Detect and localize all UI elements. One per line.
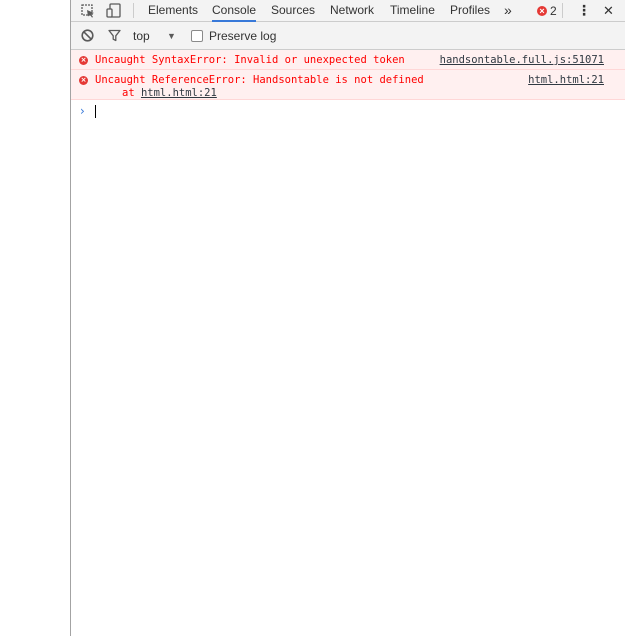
message-text: Uncaught SyntaxError: Invalid or unexpec… <box>95 54 405 66</box>
stack-source-link[interactable]: html.html:21 <box>141 87 217 99</box>
message-text: Uncaught ReferenceError: Handsontable is… <box>95 74 424 86</box>
preserve-log-label: Preserve log <box>209 28 277 43</box>
close-icon[interactable]: ✕ <box>603 0 614 21</box>
tab-console[interactable]: Console <box>212 0 257 22</box>
stack-prefix: at <box>122 87 141 99</box>
source-link[interactable]: html.html:21 <box>528 74 604 87</box>
tab-timeline[interactable]: Timeline <box>390 0 435 21</box>
filter-icon[interactable] <box>108 22 121 49</box>
console-message-error: × Uncaught ReferenceError: Handsontable … <box>71 70 625 100</box>
device-toolbar-icon[interactable] <box>105 0 123 21</box>
menu-kebab-icon[interactable]: ⋮ <box>577 0 591 21</box>
chevron-down-icon[interactable]: ▼ <box>167 22 176 49</box>
devtools-panel: Elements Console Sources Network Timelin… <box>70 0 625 636</box>
prompt-chevron-icon: › <box>80 104 85 118</box>
error-count-badge[interactable]: × 2 <box>537 0 557 21</box>
toolbar-divider <box>562 3 563 18</box>
tab-network[interactable]: Network <box>330 0 374 21</box>
error-icon: × <box>79 56 88 65</box>
toolbar-divider <box>133 3 134 18</box>
inspect-element-icon[interactable] <box>80 0 96 21</box>
text-caret <box>95 105 96 118</box>
console-message-error: × Uncaught SyntaxError: Invalid or unexp… <box>71 50 625 70</box>
error-icon: × <box>537 5 547 16</box>
console-toolbar: top ▼ Preserve log <box>71 22 625 50</box>
tab-elements[interactable]: Elements <box>148 0 198 21</box>
clear-console-icon[interactable] <box>81 22 94 49</box>
context-selector[interactable]: top <box>133 22 150 49</box>
source-link[interactable]: handsontable.full.js:51071 <box>440 54 604 67</box>
tab-profiles[interactable]: Profiles <box>450 0 490 21</box>
tab-sources[interactable]: Sources <box>271 0 315 21</box>
error-count: 2 <box>550 3 557 18</box>
devtools-tabbar: Elements Console Sources Network Timelin… <box>71 0 625 22</box>
stack-trace: at html.html:21 <box>122 87 217 100</box>
preserve-log-checkbox[interactable] <box>191 29 203 42</box>
inspected-page-area <box>0 0 70 636</box>
preserve-log-toggle[interactable]: Preserve log <box>191 22 276 49</box>
more-tabs-button[interactable]: » <box>504 0 512 21</box>
error-icon: × <box>79 76 88 85</box>
console-prompt[interactable]: › <box>71 100 625 122</box>
console-messages: × Uncaught SyntaxError: Invalid or unexp… <box>71 50 625 100</box>
